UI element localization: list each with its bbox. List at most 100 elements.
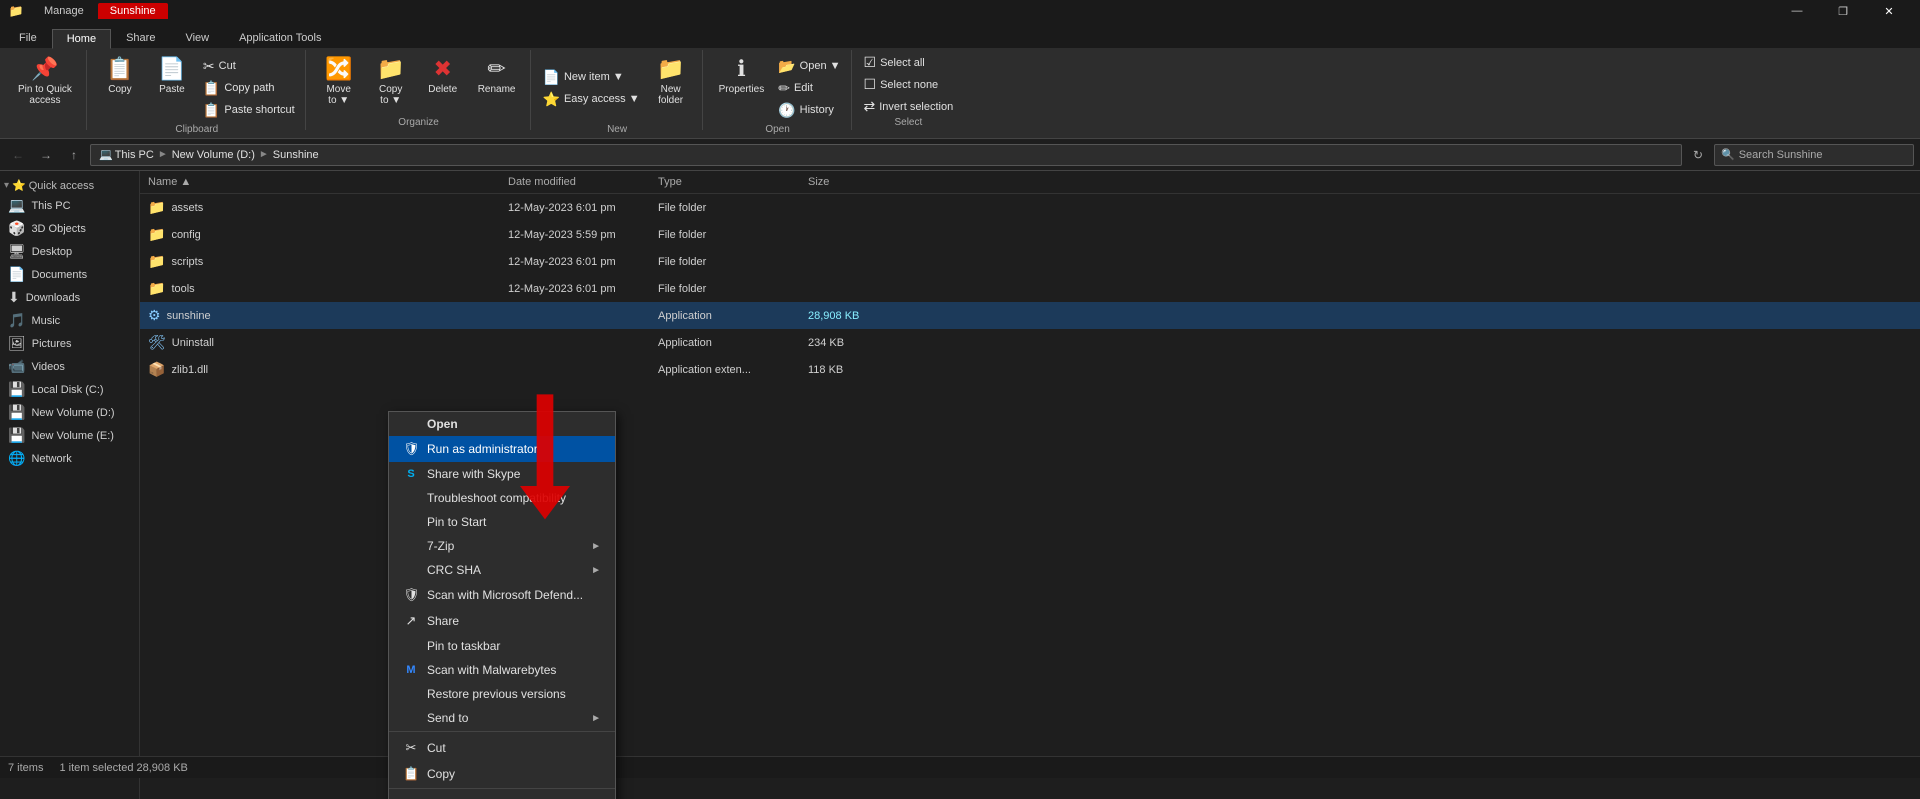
tab-manage[interactable]: Manage (32, 3, 96, 19)
table-row[interactable]: 📁 tools 12-May-2023 6:01 pm File folder (140, 275, 1920, 302)
history-label: History (800, 104, 834, 116)
paste-button[interactable]: 📄 Paste (147, 52, 197, 99)
paste-shortcut-button[interactable]: 📋 Paste shortcut (199, 100, 299, 121)
ctx-scan-defender[interactable]: 🛡 Scan with Microsoft Defend... (389, 582, 615, 608)
cut-label: Cut (219, 60, 236, 72)
col-header-size[interactable]: Size (800, 173, 900, 191)
ctx-share-skype[interactable]: S Share with Skype (389, 462, 615, 486)
search-box[interactable]: 🔍 Search Sunshine (1714, 144, 1914, 166)
sidebar-quick-access[interactable]: ▾ ⭐ Quick access (0, 175, 139, 194)
tab-application-tools[interactable]: Application Tools (224, 28, 336, 48)
sidebar-item-music[interactable]: 🎵 Music (0, 309, 139, 332)
breadcrumb-this-pc[interactable]: 💻 This PC (97, 148, 156, 161)
close-button[interactable]: ✕ (1866, 0, 1912, 22)
file-name-assets: 📁 assets (140, 196, 500, 219)
tab-share[interactable]: Share (111, 28, 170, 48)
items-count: 7 items (8, 762, 43, 774)
ctx-copy[interactable]: 📋 Copy (389, 761, 615, 789)
network-label: Network (31, 453, 71, 465)
tab-home[interactable]: Home (52, 29, 111, 49)
select-all-button[interactable]: ☑ Select all (860, 52, 958, 73)
open-button[interactable]: 📂 Open ▼ (774, 56, 844, 77)
rename-button[interactable]: ✏ Rename (470, 52, 524, 99)
table-row[interactable]: 📁 assets 12-May-2023 6:01 pm File folder (140, 194, 1920, 221)
rename-icon: ✏ (487, 56, 505, 82)
breadcrumb-volume-d[interactable]: New Volume (D:) (170, 149, 257, 161)
cut-icon: ✂ (203, 58, 215, 75)
sidebar-item-desktop[interactable]: 🖥 Desktop (0, 240, 139, 263)
title-bar-left: 📁 Manage Sunshine (8, 3, 168, 19)
up-button[interactable]: ↑ (62, 143, 86, 167)
ctx-troubleshoot[interactable]: Troubleshoot compatibility (389, 486, 615, 510)
ctx-pin-start[interactable]: Pin to Start (389, 510, 615, 534)
file-date-uninstall (500, 340, 650, 346)
sidebar-item-videos[interactable]: 📹 Videos (0, 355, 139, 378)
sidebar-item-volume-d[interactable]: 💾 New Volume (D:) (0, 401, 139, 424)
back-button[interactable]: ← (6, 143, 30, 167)
breadcrumb-sunshine[interactable]: Sunshine (271, 149, 321, 161)
ctx-restore-prev[interactable]: Restore previous versions (389, 682, 615, 706)
pin-quick-access-button[interactable]: 📌 Pin to Quickaccess (10, 52, 80, 110)
videos-icon: 📹 (8, 358, 25, 375)
col-header-type[interactable]: Type (650, 173, 800, 191)
ctx-open[interactable]: Open (389, 412, 615, 436)
table-row[interactable]: 🛠 Uninstall Application 234 KB (140, 329, 1920, 356)
forward-button[interactable]: → (34, 143, 58, 167)
sidebar-item-volume-e[interactable]: 💾 New Volume (E:) (0, 424, 139, 447)
ctx-pin-taskbar[interactable]: Pin to taskbar (389, 634, 615, 658)
sidebar-item-3d-objects[interactable]: 🎲 3D Objects (0, 217, 139, 240)
col-header-date[interactable]: Date modified (500, 173, 650, 191)
delete-button[interactable]: ✖ Delete (418, 52, 468, 99)
sidebar-item-pictures[interactable]: 🖼 Pictures (0, 332, 139, 355)
tab-view[interactable]: View (170, 28, 224, 48)
copy-path-button[interactable]: 📋 Copy path (199, 78, 299, 99)
ctx-cut[interactable]: ✂ Cut (389, 735, 615, 761)
downloads-icon: ⬇ (8, 289, 20, 306)
edit-button[interactable]: ✏ Edit (774, 78, 844, 99)
sidebar-item-this-pc[interactable]: 💻 This PC (0, 194, 139, 217)
new-folder-button[interactable]: 📁 Newfolder (646, 52, 696, 110)
new-item-button[interactable]: 📄 New item ▼ (539, 67, 644, 88)
history-button[interactable]: 🕐 History (774, 100, 844, 121)
table-row[interactable]: 📁 config 12-May-2023 5:59 pm File folder (140, 221, 1920, 248)
properties-icon: ℹ (737, 56, 745, 82)
delete-label: Delete (428, 84, 457, 95)
ctx-run-as-admin[interactable]: 🛡 Run as administrator (389, 436, 615, 462)
network-icon: 🌐 (8, 450, 25, 467)
table-row[interactable]: ⚙ sunshine Application 28,908 KB (140, 302, 1920, 329)
copy-button[interactable]: 📋 Copy (95, 52, 145, 99)
file-area: Name ▲ Date modified Type Size 📁 assets … (140, 171, 1920, 799)
invert-icon: ⇄ (864, 98, 876, 115)
invert-selection-button[interactable]: ⇄ Invert selection (860, 96, 958, 117)
ctx-troubleshoot-label: Troubleshoot compatibility (427, 491, 566, 505)
breadcrumb-bar[interactable]: 💻 This PC ► New Volume (D:) ► Sunshine (90, 144, 1682, 166)
tab-sunshine[interactable]: Sunshine (98, 3, 168, 19)
restore-button[interactable]: ❐ (1820, 0, 1866, 22)
ctx-send-to[interactable]: Send to ► (389, 706, 615, 732)
organize-actions: 🔀 Moveto ▼ 📁 Copyto ▼ ✖ Delete ✏ Rename (314, 52, 524, 117)
easy-access-button[interactable]: ⭐ Easy access ▼ (539, 89, 644, 110)
table-row[interactable]: 📁 scripts 12-May-2023 6:01 pm File folde… (140, 248, 1920, 275)
properties-button[interactable]: ℹ Properties (711, 52, 773, 99)
sidebar-item-local-c[interactable]: 💾 Local Disk (C:) (0, 378, 139, 401)
file-name-scripts: 📁 scripts (140, 250, 500, 273)
col-header-name[interactable]: Name ▲ (140, 173, 500, 191)
volume-d-icon: 💾 (8, 404, 25, 421)
file-date-sunshine (500, 313, 650, 319)
move-to-button[interactable]: 🔀 Moveto ▼ (314, 52, 364, 110)
ctx-crc-sha[interactable]: CRC SHA ► (389, 558, 615, 582)
select-none-button[interactable]: ☐ Select none (860, 74, 958, 95)
refresh-button[interactable]: ↻ (1686, 143, 1710, 167)
copy-to-button[interactable]: 📁 Copyto ▼ (366, 52, 416, 110)
ctx-create-shortcut[interactable]: Create shortcut (389, 792, 615, 799)
tab-file[interactable]: File (4, 28, 52, 48)
sidebar-item-downloads[interactable]: ⬇ Downloads (0, 286, 139, 309)
minimize-button[interactable]: — (1774, 0, 1820, 22)
cut-button[interactable]: ✂ Cut (199, 56, 299, 77)
ctx-share[interactable]: ↗ Share (389, 608, 615, 634)
ctx-7zip[interactable]: 7-Zip ► (389, 534, 615, 558)
table-row[interactable]: 📦 zlib1.dll Application exten... 118 KB (140, 356, 1920, 383)
ctx-scan-malware[interactable]: M Scan with Malwarebytes (389, 658, 615, 682)
sidebar-item-documents[interactable]: 📄 Documents (0, 263, 139, 286)
sidebar-item-network[interactable]: 🌐 Network (0, 447, 139, 470)
